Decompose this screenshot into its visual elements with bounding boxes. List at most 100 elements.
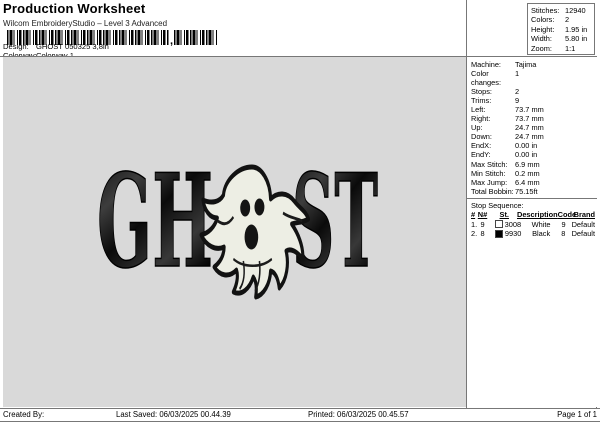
machine-label: EndY:: [471, 150, 491, 160]
machine-label: Machine:: [471, 60, 501, 69]
stop-sequence-header: # N# St. Description Code Brand: [471, 210, 595, 220]
machine-row: Up: 24.7 mm: [471, 123, 597, 132]
row-needle: 8: [480, 229, 485, 239]
row-number: 2.: [471, 229, 478, 239]
machine-value: 6.9 mm: [515, 159, 540, 169]
design-stats-box: Stitches: 12940 Colors: 2 Height: 1.95 i…: [527, 3, 595, 55]
machine-label: Up:: [471, 123, 483, 133]
footer-bottom-line: [0, 421, 600, 422]
stat-zoom: Zoom: 1:1: [531, 44, 594, 53]
machine-label: Down:: [471, 132, 492, 142]
machine-row: Trims: 9: [471, 96, 597, 105]
machine-value: 6.4 mm: [515, 177, 540, 187]
barcode-bars-right: [174, 30, 219, 45]
machine-row: EndX: 0.00 in: [471, 141, 597, 150]
machine-value: 0.00 in: [515, 141, 538, 151]
row-number: 1.: [471, 219, 478, 229]
row-needle: 9: [480, 219, 485, 229]
col-description: Description: [516, 210, 558, 220]
stat-colors: Colors: 2: [531, 15, 594, 24]
machine-label: Total Bobbin:: [471, 186, 514, 196]
machine-label: Stops:: [471, 87, 492, 97]
stat-label: Width:: [531, 34, 552, 44]
machine-row: Min Stitch: 0.2 mm: [471, 169, 597, 178]
stat-width: Width: 5.80 in: [531, 34, 594, 43]
software-subtitle: Wilcom EmbroideryStudio – Level 3 Advanc…: [3, 19, 168, 28]
machine-value: 75.15ft: [515, 186, 538, 196]
stat-value: 1.95 in: [565, 24, 588, 34]
letters-st: ST: [292, 161, 378, 297]
machine-label: Min Stitch:: [471, 168, 506, 178]
stat-label: Stitches:: [531, 6, 560, 15]
machine-row: Down: 24.7 mm: [471, 132, 597, 141]
machine-parameters: Machine: Tajima Color changes: 1 Stops: 2 T…: [467, 57, 597, 199]
machine-label: Left:: [471, 105, 486, 115]
footer-created-by: Created By:: [3, 410, 45, 419]
stat-label: Zoom:: [531, 43, 552, 53]
thread-color-swatch: [494, 229, 503, 238]
ghost-eye-right: [254, 198, 265, 216]
stop-sequence-row: 1. 9 3008 White 9 Default: [471, 220, 595, 230]
letters-gh: GH: [97, 161, 213, 297]
row-code: 9: [561, 219, 566, 229]
stat-value: 5.80 in: [565, 34, 588, 44]
stat-value: 12940: [565, 6, 586, 15]
machine-label: EndX:: [471, 141, 492, 151]
machine-label: Trims:: [471, 96, 492, 106]
barcode-separator: ,: [170, 35, 174, 47]
machine-row: Color changes: 1: [471, 69, 597, 87]
machine-value: 2: [515, 87, 520, 97]
footer-last-saved: Last Saved: 06/03/2025 00.44.39: [116, 410, 231, 419]
stop-sequence-title: Stop Sequence:: [471, 200, 524, 210]
machine-value: 24.7 mm: [515, 132, 544, 142]
stat-label: Height:: [531, 24, 555, 34]
row-brand: Default: [571, 219, 595, 229]
thread-color-swatch: [494, 220, 503, 229]
machine-value: 9: [515, 96, 520, 106]
stat-height: Height: 1.95 in: [531, 25, 594, 34]
col-brand: Brand: [573, 210, 595, 220]
stat-label: Colors:: [531, 15, 555, 25]
machine-row: Right: 73.7 mm: [471, 114, 597, 123]
machine-label: Max Jump:: [471, 177, 508, 187]
col-number: #: [471, 210, 476, 220]
ghost-mouth: [244, 224, 259, 250]
machine-value: 0.2 mm: [515, 168, 540, 178]
machine-row: EndY: 0.00 in: [471, 150, 597, 159]
row-code: 8: [561, 229, 566, 239]
machine-row: Machine: Tajima: [471, 60, 597, 69]
row-stitch: 9930: [494, 229, 532, 239]
machine-row: Max Jump: 6.4 mm: [471, 178, 597, 187]
footer-top-line: [0, 408, 600, 409]
stat-value: 2: [565, 15, 570, 25]
row-description: White: [531, 219, 551, 229]
footer-page-number: Page 1 of 1: [557, 410, 597, 419]
col-code: Code: [557, 210, 577, 220]
machine-row: Left: 73.7 mm: [471, 105, 597, 114]
ghost-embroidery-design: GH ST: [96, 161, 379, 300]
machine-value: Tajima: [515, 60, 537, 69]
machine-value: 73.7 mm: [515, 105, 544, 115]
machine-label: Max Stitch:: [471, 159, 508, 169]
row-stitch: 3008: [494, 219, 532, 230]
machine-info-panel: Machine: Tajima Color changes: 1 Stops: 2 T…: [467, 57, 597, 407]
thread-number: 3008: [504, 219, 522, 229]
stat-value: 1:1: [565, 43, 576, 53]
machine-row: Total Bobbin: 75.15ft: [471, 187, 597, 196]
thread-number: 9930: [504, 229, 522, 239]
footer-printed: Printed: 06/03/2025 00.45.57: [308, 410, 409, 419]
col-stitch: St.: [499, 210, 509, 220]
production-worksheet-page: Production Worksheet Wilcom EmbroiderySt…: [0, 0, 600, 424]
stop-sequence-section: Stop Sequence: # N# St. Description Code…: [467, 199, 597, 239]
stop-sequence-row: 2. 8 9930 Black 8 Default: [471, 229, 595, 239]
stat-stitches: Stitches: 12940: [531, 6, 594, 15]
machine-label: Color changes:: [471, 69, 501, 88]
page-title: Production Worksheet: [3, 1, 146, 16]
design-preview-area: GH ST: [3, 57, 466, 407]
machine-value: 73.7 mm: [515, 114, 544, 124]
col-needle: N#: [477, 210, 488, 220]
ghost-eye-left: [240, 199, 251, 217]
machine-value: 1: [515, 69, 520, 79]
machine-value: 0.00 in: [515, 150, 538, 160]
row-description: Black: [532, 229, 551, 239]
